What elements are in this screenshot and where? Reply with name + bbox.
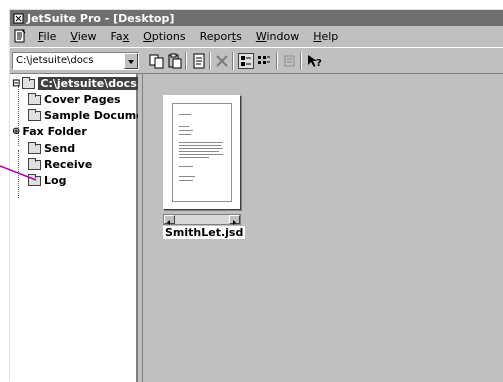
folder-icon xyxy=(28,92,41,105)
tree-item-log[interactable]: Log xyxy=(28,173,66,188)
toolbar-separator xyxy=(276,52,278,70)
toolbar-separator xyxy=(185,52,187,70)
delete-icon[interactable] xyxy=(214,53,230,69)
menu-reports[interactable]: Reports xyxy=(193,30,249,43)
folder-open-icon xyxy=(22,76,36,89)
svg-text:?: ? xyxy=(316,58,322,69)
tree-item-label: Fax Folder xyxy=(22,125,87,138)
menu-window[interactable]: Window xyxy=(249,30,306,43)
paste-icon[interactable] xyxy=(167,53,183,69)
menu-fax[interactable]: Fax xyxy=(104,30,137,43)
toolbar-separator xyxy=(232,52,234,70)
scroll-left-icon[interactable] xyxy=(164,215,175,225)
folder-icon xyxy=(28,108,41,121)
menu-view[interactable]: View xyxy=(63,30,103,43)
tree-item-send[interactable]: Send xyxy=(28,141,75,156)
title-bar[interactable]: JetSuite Pro - [Desktop] xyxy=(10,10,503,26)
toolbar-separator xyxy=(300,52,302,70)
tree-item-fax-folder[interactable]: ⊕ Fax Folder xyxy=(12,124,87,139)
thumbnail-scrollbar[interactable] xyxy=(163,214,241,225)
file-name-label[interactable]: SmithLet.jsd xyxy=(163,226,246,240)
path-combobox[interactable]: C:\jetsuite\docs xyxy=(12,52,139,70)
tree-item-label: Receive xyxy=(44,158,93,171)
toolbar-separator xyxy=(209,52,211,70)
help-icon[interactable]: ? xyxy=(306,53,322,69)
folder-icon xyxy=(28,157,41,170)
large-icons-icon[interactable] xyxy=(238,53,254,69)
document-control-icon[interactable] xyxy=(13,29,27,43)
menu-bar: File View Fax Options Reports Window Hel… xyxy=(10,27,503,45)
window-title: JetSuite Pro - [Desktop] xyxy=(27,11,175,25)
expand-icon[interactable]: ⊟ xyxy=(12,78,20,89)
details-icon[interactable] xyxy=(282,53,298,69)
tree-item-receive[interactable]: Receive xyxy=(28,157,92,172)
path-value: C:\jetsuite\docs xyxy=(16,55,94,66)
menu-help[interactable]: Help xyxy=(306,30,345,43)
tree-item-root[interactable]: ⊟ C:\jetsuite\docs xyxy=(12,76,139,91)
toolbar: C:\jetsuite\docs ? xyxy=(10,47,503,74)
app-icon[interactable] xyxy=(13,13,24,24)
tree-item-label: Sample Documen xyxy=(44,109,152,122)
tree-item-label: Log xyxy=(44,174,67,187)
chevron-down-icon[interactable] xyxy=(124,53,138,69)
list-view-icon[interactable] xyxy=(256,53,272,69)
document-thumbnail[interactable] xyxy=(163,95,241,210)
document-icon[interactable] xyxy=(191,53,207,69)
folder-icon xyxy=(28,173,41,186)
tree-item-label: Send xyxy=(44,142,76,155)
tree-item-label: Cover Pages xyxy=(44,93,121,106)
menu-file[interactable]: File xyxy=(31,30,63,43)
folder-tree[interactable]: ⊟ C:\jetsuite\docs Cover Pages Sample Do… xyxy=(10,74,152,382)
tree-connector xyxy=(18,150,19,198)
document-view[interactable]: SmithLet.jsd xyxy=(142,74,503,382)
page-preview xyxy=(172,103,232,202)
menu-options[interactable]: Options xyxy=(136,30,192,43)
folder-icon xyxy=(28,141,41,154)
app-window: JetSuite Pro - [Desktop] File View Fax O… xyxy=(9,9,503,382)
fax-folder-icon: ⊕ xyxy=(12,126,21,137)
copy-icon[interactable] xyxy=(149,53,165,69)
tree-item-label: C:\jetsuite\docs xyxy=(38,77,139,90)
tree-item-sample-documents[interactable]: Sample Documen xyxy=(28,108,152,123)
scroll-right-icon[interactable] xyxy=(229,215,240,225)
tree-item-cover-pages[interactable]: Cover Pages xyxy=(28,92,121,107)
